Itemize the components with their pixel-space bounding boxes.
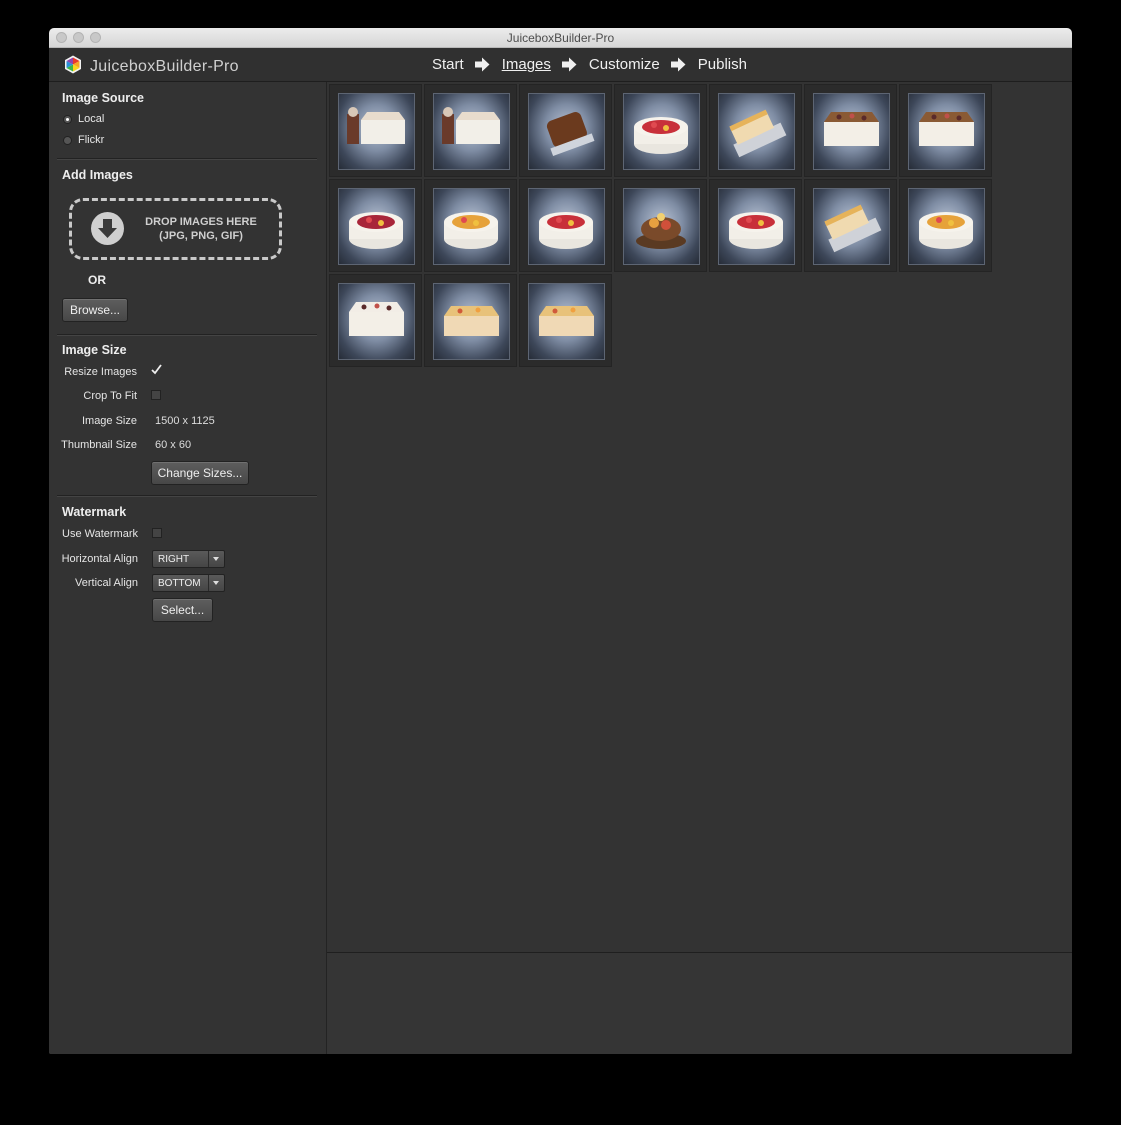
thumbnail-image — [338, 283, 415, 360]
image-thumbnail[interactable] — [614, 84, 707, 177]
image-thumbnail[interactable] — [424, 179, 517, 272]
thumbnail-image — [433, 188, 510, 265]
download-arrow-icon — [91, 212, 124, 245]
thumbnail-image — [338, 93, 415, 170]
thumbnail-image — [718, 188, 795, 265]
crop-to-fit-checkbox[interactable] — [151, 390, 161, 400]
image-thumbnail[interactable] — [329, 84, 422, 177]
app-logo-icon — [64, 55, 82, 79]
drop-zone-line2: (JPG, PNG, GIF) — [159, 230, 243, 242]
browse-button[interactable]: Browse... — [62, 298, 128, 322]
image-thumbnail[interactable] — [519, 274, 612, 367]
watermark-title: Watermark — [62, 505, 127, 519]
image-thumbnail[interactable] — [519, 179, 612, 272]
thumbnail-image — [908, 188, 985, 265]
image-size-label: Image Size — [81, 415, 137, 427]
thumbnail-image — [908, 93, 985, 170]
image-thumbnail[interactable] — [329, 274, 422, 367]
minimize-window-button[interactable] — [73, 32, 84, 43]
thumbnail-image — [528, 93, 605, 170]
divider — [57, 158, 317, 160]
source-local-radio[interactable]: Local — [63, 113, 104, 125]
change-sizes-button[interactable]: Change Sizes... — [151, 461, 249, 485]
step-images[interactable]: Images — [502, 56, 551, 73]
thumbnail-image — [623, 188, 700, 265]
radio-selected-icon — [63, 114, 72, 124]
image-thumbnail[interactable] — [329, 179, 422, 272]
settings-sidebar: Image Source Local Flickr Add Images DRO… — [49, 82, 327, 1054]
or-label: OR — [88, 273, 106, 287]
thumbnail-image — [528, 283, 605, 360]
step-customize[interactable]: Customize — [589, 56, 660, 73]
image-thumbnail[interactable] — [804, 179, 897, 272]
horizontal-align-select[interactable]: RIGHT — [152, 550, 225, 568]
use-watermark-checkbox[interactable] — [152, 528, 162, 538]
vertical-align-select[interactable]: BOTTOM — [152, 574, 225, 592]
image-source-title: Image Source — [62, 91, 144, 105]
image-thumbnail[interactable] — [709, 84, 802, 177]
divider — [57, 334, 317, 336]
wizard-steps: Start Images Customize Publish — [432, 48, 747, 81]
dropdown-arrow-icon — [208, 551, 224, 567]
step-arrow-icon — [670, 57, 686, 72]
step-arrow-icon — [474, 57, 490, 72]
source-local-label: Local — [78, 113, 105, 125]
image-size-title: Image Size — [62, 343, 127, 357]
image-grid — [327, 82, 1072, 952]
divider — [57, 495, 317, 497]
window-controls — [56, 32, 101, 43]
radio-unselected-icon — [63, 135, 72, 145]
app-header: JuiceboxBuilder-Pro Start Images Customi… — [49, 48, 1072, 82]
step-publish[interactable]: Publish — [698, 56, 747, 73]
app-window: JuiceboxBuilder-Pro JuiceboxBuilder-Pro … — [49, 28, 1072, 1054]
select-watermark-button[interactable]: Select... — [152, 598, 213, 622]
zoom-window-button[interactable] — [90, 32, 101, 43]
image-thumbnail[interactable] — [519, 84, 612, 177]
vertical-align-label: Vertical Align — [75, 577, 138, 589]
source-flickr-radio[interactable]: Flickr — [63, 134, 104, 146]
image-thumbnail[interactable] — [709, 179, 802, 272]
thumbnail-image — [718, 93, 795, 170]
drop-zone-line1: DROP IMAGES HERE — [145, 216, 257, 228]
source-flickr-label: Flickr — [78, 134, 105, 146]
resize-images-checkbox[interactable] — [151, 364, 162, 377]
thumbnail-image — [433, 93, 510, 170]
use-watermark-label: Use Watermark — [62, 528, 138, 540]
horizontal-align-label: Horizontal Align — [61, 553, 138, 565]
dropdown-arrow-icon — [208, 575, 224, 591]
window-title: JuiceboxBuilder-Pro — [506, 31, 615, 45]
thumbnail-image — [623, 93, 700, 170]
add-images-title: Add Images — [62, 168, 133, 182]
image-thumbnail[interactable] — [424, 274, 517, 367]
brand: JuiceboxBuilder-Pro — [64, 55, 239, 79]
checkmark-icon — [151, 364, 162, 375]
thumbnail-image — [433, 283, 510, 360]
step-arrow-icon — [561, 57, 577, 72]
drop-zone[interactable]: DROP IMAGES HERE (JPG, PNG, GIF) — [69, 198, 282, 260]
image-thumbnail[interactable] — [899, 179, 992, 272]
vertical-align-value: BOTTOM — [158, 578, 201, 589]
thumbnail-image — [813, 188, 890, 265]
crop-to-fit-label: Crop To Fit — [83, 390, 137, 402]
resize-images-label: Resize Images — [64, 366, 137, 378]
image-thumbnail[interactable] — [424, 84, 517, 177]
thumbnail-size-value: 60 x 60 — [155, 439, 192, 451]
image-thumbnail[interactable] — [899, 84, 992, 177]
horizontal-align-value: RIGHT — [158, 554, 190, 565]
thumbnail-size-label: Thumbnail Size — [61, 439, 137, 451]
step-start[interactable]: Start — [432, 56, 464, 73]
thumbnail-image — [528, 188, 605, 265]
app-name: JuiceboxBuilder-Pro — [90, 58, 239, 75]
image-thumbnail[interactable] — [804, 84, 897, 177]
image-size-value: 1500 x 1125 — [155, 415, 215, 427]
title-bar: JuiceboxBuilder-Pro — [49, 28, 1072, 48]
image-thumbnail[interactable] — [614, 179, 707, 272]
bottom-panel — [327, 952, 1072, 1054]
thumbnail-image — [813, 93, 890, 170]
drop-zone-text: DROP IMAGES HERE (JPG, PNG, GIF) — [130, 215, 272, 243]
close-window-button[interactable] — [56, 32, 67, 43]
thumbnail-image — [338, 188, 415, 265]
